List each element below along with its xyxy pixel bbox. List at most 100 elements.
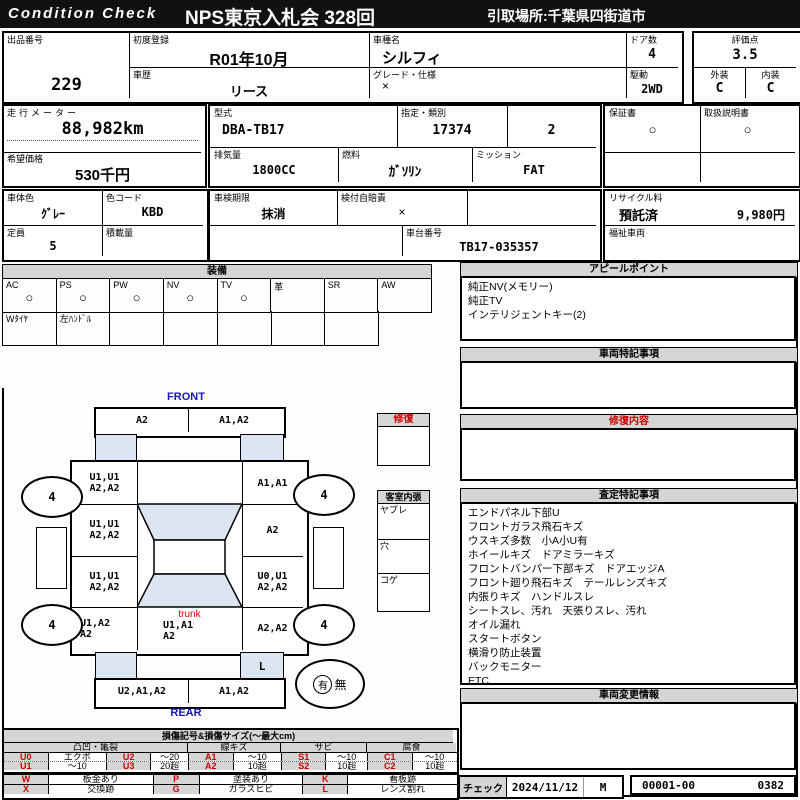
welfare-vehicle-label: 福祉車両 <box>609 228 645 238</box>
trunk-label: trunk <box>137 609 242 620</box>
door-front-left-damage: U1,U1 A2,A2 <box>72 504 137 556</box>
legend-code-x: X <box>4 785 49 794</box>
score-value: 3.5 <box>694 47 796 63</box>
type-number-value: 17374 <box>397 123 507 138</box>
equip-pw-label: PW <box>113 280 128 290</box>
diagram-rear-label: REAR <box>150 707 222 719</box>
legend-code-g: G <box>154 785 200 794</box>
front-bumper-left-damage: A2 <box>96 409 188 432</box>
legend-code-a2: A2 <box>189 762 234 770</box>
legend-code-a1: A1 <box>189 753 234 761</box>
asking-price-value: 530千円 <box>4 164 201 185</box>
change-info-text <box>460 702 796 770</box>
fuel-value: ｶﾞｿﾘﾝ <box>338 161 472 180</box>
class-number-value: 2 <box>507 123 596 138</box>
door-front-right-damage: A2 <box>242 504 303 556</box>
first-registration-label: 初度登録 <box>133 35 169 45</box>
document-number-box: 00001-00 0382 <box>630 775 796 795</box>
model-name-label: 車種名 <box>373 35 400 45</box>
repair-content-text <box>460 428 796 481</box>
wheel-rear-right: 4 <box>293 604 355 646</box>
equipment-row-2: Wﾀｲﾔ 左ﾊﾝﾄﾞﾙ <box>2 311 379 346</box>
body-color-label: 車体色 <box>7 193 34 203</box>
car-body: U1,U1 A2,A2 U1,U1 A2,A2 U1,U1 A2,A2 U1,A… <box>70 460 309 656</box>
equip-sr-label: SR <box>328 280 341 290</box>
diagram-front-label: FRONT <box>150 391 222 403</box>
color-box: 車体色 ｸﾞﾚｰ 色コード KBD 定員 5 積載量 <box>2 189 209 262</box>
trunk-cell: trunk U1,A1 A2 <box>137 607 242 650</box>
equip-nv-label: NV <box>167 280 180 290</box>
equip-tv-mark: ○ <box>218 290 271 305</box>
equip-ps-label: PS <box>60 280 72 290</box>
legend-title: 損傷記号&損傷サイズ(〜最大cm) <box>4 730 453 743</box>
inspection-box: 車検期限 抹消 検付自賠責 × 車台番号 TB17-035357 <box>208 189 602 262</box>
insurance-value: × <box>337 205 467 219</box>
interior-grade-value: C <box>745 81 796 96</box>
legend-code-c2: C2 <box>368 762 413 770</box>
spare-yes-circled: 有 <box>313 675 332 694</box>
rear-bumper: U2,A1,A2 A1,A2 <box>94 678 286 709</box>
taillight-left <box>95 652 137 680</box>
cabin-interior-box: 客室内張 ヤブレ 穴 コゲ <box>377 490 430 612</box>
drive-value: 2WD <box>626 82 678 96</box>
assessment-notes-text: エンドパネル下部U フロントガラス飛石キズ ウスキズ多数 小A小U有 ホイールキ… <box>460 502 796 685</box>
equipment-row-1: AC○ PS○ PW○ NV○ TV○ 革 SR AW <box>2 278 432 313</box>
legend-group-dent: 凸凹・亀裂 <box>4 743 188 752</box>
equip-ps-mark: ○ <box>57 290 110 305</box>
roof-shape <box>154 540 225 574</box>
legend-code-u2: U2 <box>107 753 152 761</box>
asking-price-label: 希望価格 <box>7 154 43 164</box>
chassis-number-value: TB17-035357 <box>402 240 596 254</box>
legend-group-rust: サビ <box>281 743 367 752</box>
odometer-label: 走行メーター <box>7 108 79 118</box>
vehicle-notes-text <box>460 361 796 409</box>
equip-pw-mark: ○ <box>110 290 163 305</box>
taillight-right: L <box>240 652 284 680</box>
legend-code-w: W <box>4 775 49 784</box>
warranty-book-mark: ○ <box>605 122 700 137</box>
appeal-points-text: 純正NV(メモリー) 純正TV インテリジェントキー(2) <box>460 276 796 341</box>
legend-code-u0: U0 <box>4 753 49 761</box>
rear-bumper-right-damage: A1,A2 <box>188 680 280 703</box>
documents-box: 保証書 ○ 取扱説明書 ○ <box>603 104 800 188</box>
fuel-label: 燃料 <box>342 150 360 160</box>
drive-label: 駆動 <box>630 70 648 80</box>
legend-code-s1: S1 <box>282 753 327 761</box>
payload-label: 積載量 <box>106 228 133 238</box>
cabin-hole-label: 穴 <box>380 541 389 551</box>
check-date: 2024/11/12 <box>507 777 583 797</box>
legend-code-l: L <box>303 785 348 794</box>
owners-manual-label: 取扱説明書 <box>704 108 749 118</box>
recycle-box: リサイクル料 預託済 9,980円 福祉車両 <box>603 189 800 262</box>
equip-tv-label: TV <box>221 280 233 290</box>
equip-ac-label: AC <box>6 280 19 290</box>
capacity-value: 5 <box>4 239 102 253</box>
legend-code-c1: C1 <box>368 753 413 761</box>
rear-bumper-left-damage: U2,A1,A2 <box>96 680 188 703</box>
spec-box: 型式 DBA-TB17 指定・類別 17374 2 排気量 1800CC 燃料 … <box>208 104 602 188</box>
headlight-right <box>240 434 284 462</box>
spare-tire-indicator: 有 無 <box>295 659 365 709</box>
equip-lhd-label: 左ﾊﾝﾄﾞﾙ <box>60 312 92 325</box>
transmission-value: FAT <box>472 163 596 177</box>
rear-window-shape <box>137 574 242 607</box>
side-panel-left <box>36 527 67 589</box>
legend-code-u1: U1 <box>4 762 49 770</box>
exterior-grade-value: C <box>694 81 745 96</box>
equip-nv-mark: ○ <box>164 290 217 305</box>
model-code-value: DBA-TB17 <box>222 123 285 138</box>
legend-code-u3: U3 <box>107 762 152 770</box>
side-panel-right <box>313 527 344 589</box>
recycle-status-value: 預託済 <box>619 205 658 224</box>
exterior-grade-label: 外装 <box>694 70 745 80</box>
color-code-value: KBD <box>102 205 203 219</box>
interior-grade-label: 内装 <box>745 70 796 80</box>
transmission-label: ミッション <box>476 150 521 160</box>
wheel-front-right: 4 <box>293 474 355 516</box>
check-label: チェック <box>460 777 507 797</box>
equip-leather-label: 革 <box>274 280 283 293</box>
lot-number-label: 出品番号 <box>7 35 43 45</box>
pickup-location: 引取場所:千葉県四街道市 <box>487 6 646 26</box>
legend-group-corrosion: 腐食 <box>367 743 456 752</box>
auction-condition-sheet: Condition Check NPS東京入札会 328回 引取場所:千葉県四街… <box>0 0 800 800</box>
